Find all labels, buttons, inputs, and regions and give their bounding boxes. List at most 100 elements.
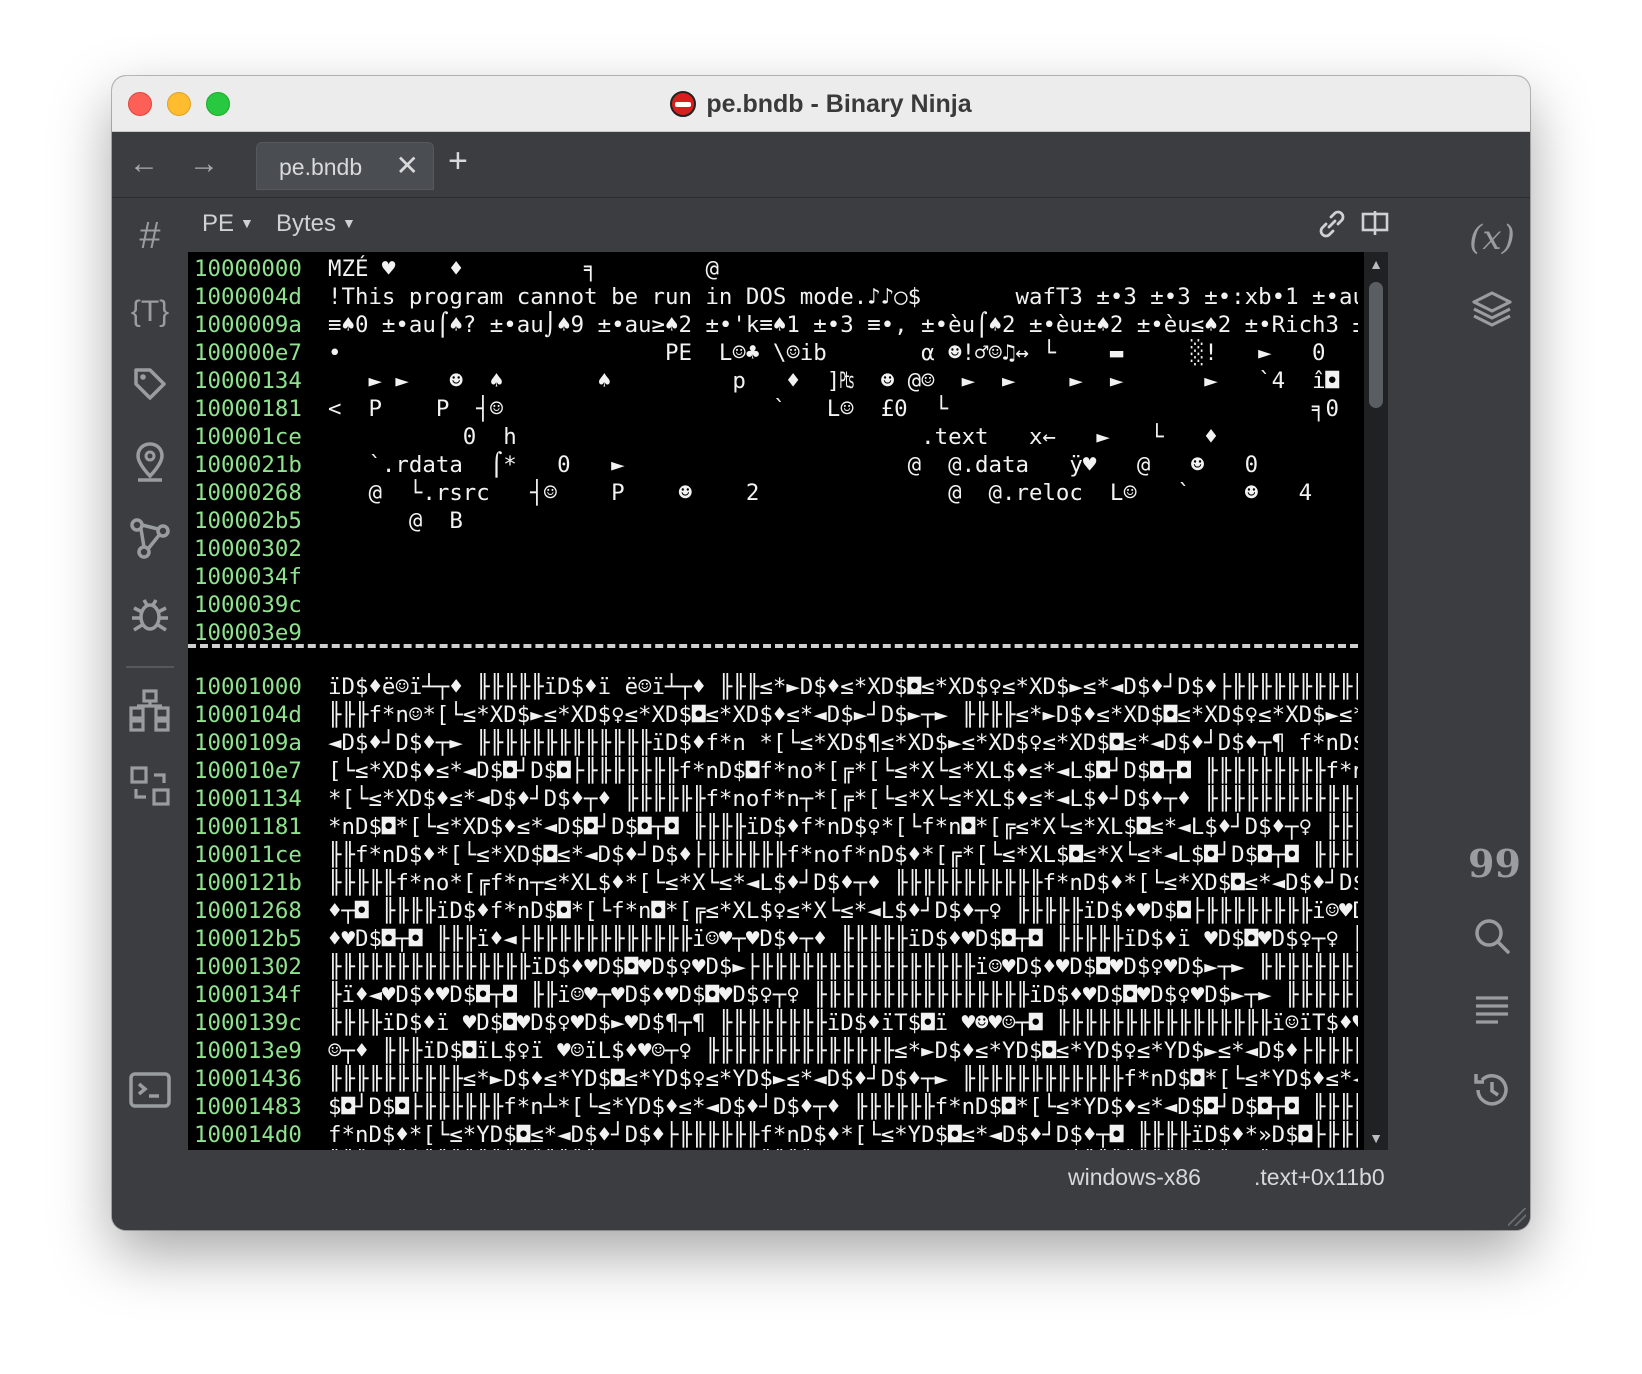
byte-row[interactable]: 10000000 MZÉ ♥ ♦ ╕ @ ☺ ♫▾║♫ ┤○═!╕☺L═ [188,255,1364,283]
search-icon[interactable] [1468,916,1516,964]
row-ascii[interactable]: [└≤*XD$♦≤*◄D$◘┘D$◘├╟╟╟╟╟╟╟f*nD$◘f*no*[╔*… [328,757,1358,785]
row-ascii[interactable]: *[└≤*XD$♦≤*◄D$♦┘D$♦┬♦ ╟╟╟╟╟╟f*nof*n┬*[╔*… [328,785,1358,813]
row-ascii[interactable]: 0 h .text x← ► └ ♦ [328,423,1358,451]
row-address[interactable]: 10001181 [194,813,302,841]
row-address[interactable]: 10001483 [194,1093,302,1121]
row-address[interactable]: 10001302 [194,953,302,981]
byte-row[interactable]: 1000134f ╟ï♦◄♥D$♦♥D$◘┬◘ ╟╟ï☺♥┬♥D$♦♥D$◘♥D$… [188,981,1364,1009]
byte-row[interactable]: 10001302 ╟╟╟╟╟╟╟╟╟╟╟╟╟╟╟ïD$♦♥D$◘♥D$♀♥D$►├… [188,953,1364,981]
byte-row[interactable]: 10001268 ♦┬◘ ╟╟╟╟ïD$♦f*nD$◘*[└f*n◘*[╔≤*XL… [188,897,1364,925]
row-address[interactable]: 10001436 [194,1065,302,1093]
byte-row[interactable]: 10000268 @ └.rsrc ┤☺ P ☻ 2 @ @.reloc L☺ … [188,479,1364,507]
byte-row[interactable]: 1000009a ≡♠0 ±•au⌠♠? ±•au⌡♠9 ±•au≥♠2 ±•'k… [188,311,1364,339]
row-address[interactable]: 1000009a [194,311,302,339]
byte-row[interactable]: 10001483 $◘┘D$◘├╟╟╟╟╟╟f*n┴*[└≤*YD$♦≤*◄D$♦… [188,1093,1364,1121]
row-address[interactable]: 1000121b [194,869,302,897]
row-address[interactable]: 1000021b [194,451,302,479]
view-type-dropdown[interactable]: PE ▼ [202,210,254,238]
byte-row[interactable]: 100001ce 0 h .text x← ► └ ♦ [188,423,1364,451]
row-ascii[interactable]: ╟╟╟╟╟╟╟╟╟╟≤*►D$♦≤*YD$◘≤*YD$♀≤*YD$►≤*◄D$♦… [328,1065,1358,1093]
split-pane-icon[interactable] [1360,208,1390,245]
byte-row[interactable]: 1000004d !This program cannot be run in D… [188,283,1364,311]
forward-arrow-icon[interactable]: → [184,144,224,184]
row-address[interactable]: 100014d0 [194,1121,302,1149]
row-ascii[interactable]: ╟╟╟f*n☺*[└≤*XD$►≤*XD$♀≤*XD$◘≤*XD$♦≤*◄D$►… [328,701,1358,729]
row-ascii[interactable]: @ └.rsrc ┤☺ P ☻ 2 @ @.reloc L☺ ` ☻ 4 [328,479,1358,507]
byte-row[interactable]: 10001181 *nD$◘*[└≤*XD$♦≤*◄D$◘┘D$◘┬◘ ╟╟╟╟ï… [188,813,1364,841]
row-address[interactable]: 100000e7 [194,339,302,367]
tag-icon[interactable] [126,364,174,412]
byte-row[interactable]: 10000134 ► ► ☻ ♠ ♠ p ♦ ]₧ ☻ @☺ ► ► ► ► ►… [188,367,1364,395]
row-address[interactable]: 100003e9 [194,619,302,647]
history-icon[interactable] [1468,1068,1516,1116]
bytes-view[interactable]: 10000000MZÉ ♥ ♦ ╕ @ ☺ ♫▾║♫ ┤○═!╕☺L═10000… [188,252,1364,1150]
row-ascii[interactable]: ïD$♦ë☺ï┴┬♦ ╟╟╟╟╟ïD$♦ï ë☺ï┴┬♦ ╟╟╟≤*►D$♦≤*… [328,673,1358,701]
byte-row[interactable]: 100013e9 ☺┬♦ ╟╟╟ïD$◘ïL$♀ï ♥☺ïL$♦♥☺┬♀ ╟╟╟╟… [188,1037,1364,1065]
byte-row[interactable]: 10000181 < P P ┤☺ ` L☺ £0 └ ╕0 @ [188,395,1364,423]
byte-row[interactable]: 1000039c [188,591,1364,619]
row-ascii[interactable]: ► ► ☻ ♠ ♠ p ♦ ]₧ ☻ @☺ ► ► ► ► ► `4 î◘ ∞ [328,367,1358,395]
tab-pe-bndb[interactable]: pe.bndb ✕ [256,142,434,190]
byte-row[interactable]: 100010e7 [└≤*XD$♦≤*◄D$◘┘D$◘├╟╟╟╟╟╟╟f*nD$◘… [188,757,1364,785]
byte-row[interactable]: 1000121b ╟╟╟╟╟f*no*[╔f*n┬≤*XL$♦*[└≤*X└≤*◄… [188,869,1364,897]
scroll-down-icon[interactable]: ▼ [1364,1126,1388,1150]
byte-row[interactable]: 1000034f [188,563,1364,591]
view-mode-dropdown[interactable]: Bytes ▼ [276,210,356,238]
location-status[interactable]: .text+0x11b0 [1254,1164,1385,1191]
new-tab-button[interactable]: + [448,142,468,181]
row-ascii[interactable]: ≡♠0 ±•au⌠♠? ±•au⌡♠9 ±•au≥♠2 ±•'k≡♠1 ±•3 … [328,311,1358,339]
row-address[interactable]: 100013e9 [194,1037,302,1065]
row-ascii[interactable]: ☺┬♦ ╟╟╟ïD$◘ïL$♀ï ♥☺ïL$♦♥☺┬♀ ╟╟╟╟╟╟╟╟╟╟╟╟… [328,1037,1358,1065]
byte-row[interactable]: 1000139c ╟╟╟╟ïD$♦ï ♥D$◘♥D$♀♥D$►♥D$¶┬¶ ╟╟╟… [188,1009,1364,1037]
hash-icon[interactable]: # [126,212,174,260]
row-ascii[interactable]: ╟ï♦◄♥D$♦♥D$◘┬◘ ╟╟ï☺♥┬♥D$♦♥D$◘♥D$♀┬♀ ╟╟╟╟… [328,981,1358,1009]
row-address[interactable]: 1000004d [194,283,302,311]
row-address[interactable]: 100012b5 [194,925,302,953]
row-address[interactable]: 10000181 [194,395,302,423]
row-ascii[interactable]: ◄D$♦┘D$♦┬► ╟╟╟╟╟╟╟╟╟╟╟╟╟ïD$♦f*n *[└≤*XD$… [328,729,1358,757]
byte-row[interactable]: 100014d0 f*nD$♦*[└≤*YD$◘≤*◄D$♦┘D$♦├╟╟╟╟╟╟… [188,1121,1364,1149]
byte-row[interactable]: 10001000 ïD$♦ë☺ï┴┬♦ ╟╟╟╟╟ïD$♦ï ë☺ï┴┬♦ ╟╟╟… [188,673,1364,701]
row-ascii[interactable]: !This program cannot be run in DOS mode.… [328,283,1358,311]
row-ascii[interactable]: `.rdata ⌠* 0 ► @ @.data ÿ♥ @ ☻ 0 [328,451,1358,479]
terminal-icon[interactable] [126,1068,174,1116]
diff-icon[interactable] [126,764,174,812]
row-ascii[interactable]: ♦┬◘ ╟╟╟╟ïD$♦f*nD$◘*[└f*n◘*[╔≤*XL$♀≤*X└≤*… [328,897,1358,925]
row-address[interactable]: 100011ce [194,841,302,869]
byte-row[interactable]: 1000109a ◄D$♦┘D$♦┬► ╟╟╟╟╟╟╟╟╟╟╟╟╟ïD$♦f*n … [188,729,1364,757]
row-address[interactable]: 10001134 [194,785,302,813]
row-address[interactable]: 1000039c [194,591,302,619]
scroll-up-icon[interactable]: ▲ [1364,252,1388,276]
scroll-thumb[interactable] [1369,282,1383,408]
row-address[interactable]: 100010e7 [194,757,302,785]
row-address[interactable]: 100001ce [194,423,302,451]
row-ascii[interactable]: ╟╟╟╟ïD$♦ï ♥D$◘♥D$♀♥D$►♥D$¶┬¶ ╟╟╟╟╟╟╟╟ïD$… [328,1009,1358,1037]
variables-icon[interactable]: (x) [1468,214,1516,262]
byte-row[interactable]: 10001436 ╟╟╟╟╟╟╟╟╟╟≤*►D$♦≤*YD$◘≤*YD$♀≤*YD… [188,1065,1364,1093]
row-ascii[interactable]: ╟╟f*nD$♦*[└≤*XD$◘≤*◄D$♦┘D$♦├╟╟╟╟╟╟f*nof*… [328,841,1358,869]
byte-row[interactable]: 1000021b `.rdata ⌠* 0 ► @ @.data ÿ♥ @ ☻ … [188,451,1364,479]
link-icon[interactable] [1316,208,1348,247]
row-ascii[interactable]: ♦♥D$◘┬◘ ╟╟╟ï♦◄├╟╟╟╟╟╟╟╟╟╟╟╟ï☺♥┬♥D$♦┬♦ ╟╟… [328,925,1358,953]
byte-row[interactable]: 100012b5 ♦♥D$◘┬◘ ╟╟╟ï♦◄├╟╟╟╟╟╟╟╟╟╟╟╟ï☺♥┬♥… [188,925,1364,953]
quote-icon[interactable]: 99 [1468,840,1521,888]
row-ascii[interactable]: @ B [328,507,1358,535]
byte-row[interactable]: 100002b5 @ B [188,507,1364,535]
graph-icon[interactable] [126,516,174,564]
resize-grip-icon[interactable] [1508,1208,1526,1226]
location-icon[interactable] [126,440,174,488]
row-address[interactable]: 1000104d [194,701,302,729]
row-ascii[interactable]: < P P ┤☺ ` L☺ £0 └ ╕0 @ [328,395,1358,423]
row-ascii[interactable]: MZÉ ♥ ♦ ╕ @ ☺ ♫▾║♫ ┤○═!╕☺L═ [328,255,1358,283]
hierarchy-icon[interactable] [126,688,174,736]
row-ascii[interactable]: • PE L☺♣ \☺ib α ☻!♂☺♫↔ └ ▬ ░! ► 0 [328,339,1358,367]
row-ascii[interactable]: $◘┘D$◘├╟╟╟╟╟╟f*n┴*[└≤*YD$♦≤*◄D$♦┘D$♦┬♦ ╟… [328,1093,1358,1121]
row-ascii[interactable]: f*nD$♦*[└≤*YD$◘≤*◄D$♦┘D$♦├╟╟╟╟╟╟f*nD$♦*[… [328,1121,1358,1149]
byte-row[interactable]: 100011ce ╟╟f*nD$♦*[└≤*XD$◘≤*◄D$♦┘D$♦├╟╟╟╟… [188,841,1364,869]
row-address[interactable]: 10001268 [194,897,302,925]
debugger-icon[interactable] [126,592,174,640]
row-ascii[interactable]: *nD$◘*[└≤*XD$♦≤*◄D$◘┘D$◘┬◘ ╟╟╟╟ïD$♦f*nD$… [328,813,1358,841]
row-address[interactable]: 10001000 [194,673,302,701]
row-address[interactable]: 1000109a [194,729,302,757]
row-address[interactable]: 1000034f [194,563,302,591]
